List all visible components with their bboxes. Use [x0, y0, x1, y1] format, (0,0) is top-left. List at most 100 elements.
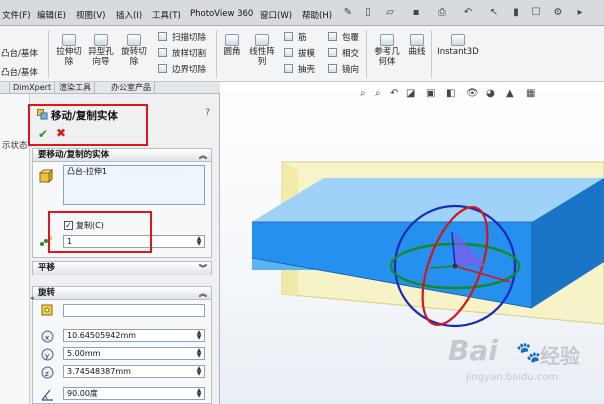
- rib-button[interactable]: 筋: [298, 31, 307, 43]
- rotation-y-input[interactable]: 5.00mm ▲ ▼: [63, 347, 205, 360]
- menu-tools[interactable]: 工具(T): [152, 9, 181, 21]
- options-icon[interactable]: ☐: [530, 7, 542, 19]
- translate-section-title: 平移: [38, 263, 56, 273]
- spin-icon[interactable]: ▲ ▼: [195, 388, 203, 399]
- angle-icon: [41, 389, 53, 401]
- solid-body-icon: [39, 169, 53, 183]
- curves-label: 曲线: [408, 47, 426, 57]
- wrap-button[interactable]: 包覆: [342, 31, 359, 43]
- pin-icon[interactable]: ✎: [342, 7, 354, 19]
- rotation-x-value: 10.64505942mm: [67, 331, 137, 340]
- menu-file[interactable]: 文件(F): [2, 9, 31, 21]
- tab-office-products[interactable]: 办公室产品: [108, 82, 155, 94]
- linear-pattern-button[interactable]: 线性阵列: [248, 34, 276, 67]
- menu-view[interactable]: 视图(V): [76, 9, 105, 21]
- tab-sketch-fragment[interactable]: [0, 82, 10, 94]
- undo-icon[interactable]: ↶: [462, 7, 474, 19]
- bodies-listbox[interactable]: 凸台-拉伸1: [63, 165, 205, 205]
- fillet-button[interactable]: 圆角: [220, 34, 244, 57]
- spin-icon[interactable]: ▲ ▼: [195, 348, 203, 359]
- menu-photoview[interactable]: PhotoView 360: [190, 9, 253, 19]
- extruded-cut-button[interactable]: 拉伸切除: [56, 34, 82, 67]
- more-icon[interactable]: ▸: [574, 7, 586, 19]
- reference-geometry-icon: [380, 34, 394, 46]
- spin-icon[interactable]: ▲ ▼: [195, 366, 203, 377]
- spin-icon[interactable]: ▲ ▼: [195, 236, 203, 247]
- translate-section: 平移 ︾: [32, 261, 212, 275]
- print-icon[interactable]: ⎙: [436, 7, 448, 19]
- new-document-icon[interactable]: ▯: [362, 7, 374, 19]
- collapse-handle-icon[interactable]: ◂: [30, 294, 34, 302]
- selected-body[interactable]: 凸台-拉伸1: [67, 167, 107, 176]
- rotation-y-value: 5.00mm: [67, 349, 101, 358]
- watermark-url: jingyan.baidu.com: [466, 372, 559, 383]
- menu-window[interactable]: 窗口(W): [260, 9, 292, 21]
- swept-cut-button[interactable]: 扫描切除: [172, 31, 206, 43]
- revolved-cut-button[interactable]: 旋转切除: [120, 34, 148, 67]
- menu-help[interactable]: 帮助(H): [302, 9, 332, 21]
- copy-annotation-box: [48, 211, 152, 253]
- menu-insert[interactable]: 插入(I): [116, 9, 142, 21]
- fillet-icon: [225, 34, 239, 46]
- revolved-cut-icon: [127, 34, 141, 46]
- rotation-z-input[interactable]: 3.74548387mm ▲ ▼: [63, 365, 205, 378]
- instant3d-icon: [451, 34, 465, 46]
- baidu-paw-icon: 🐾: [516, 340, 541, 364]
- title-annotation-box: [28, 104, 148, 146]
- curves-button[interactable]: 曲线: [405, 34, 429, 57]
- tab-render-tools[interactable]: 渲染工具: [56, 82, 95, 94]
- select-icon[interactable]: ↖: [488, 7, 500, 19]
- rib-icon: [284, 32, 293, 41]
- save-icon[interactable]: ▪: [410, 7, 422, 19]
- extruded-cut-icon: [62, 34, 76, 46]
- rebuild-icon[interactable]: ▮: [510, 7, 522, 19]
- linear-pattern-icon: [255, 34, 269, 46]
- z-origin-icon: z: [41, 366, 54, 379]
- instant3d-label: Instant3D: [437, 47, 479, 57]
- intersect-icon: [328, 48, 337, 57]
- hole-wizard-button[interactable]: 异型孔向导: [88, 34, 114, 67]
- intersect-button[interactable]: 相交: [342, 47, 359, 59]
- settings-icon[interactable]: ⚙: [552, 7, 564, 19]
- menu-edit[interactable]: 编辑(E): [37, 9, 66, 21]
- divider: [366, 30, 367, 78]
- help-icon[interactable]: ?: [205, 108, 210, 118]
- bodies-section-title: 要移动/复制的实体: [38, 150, 110, 160]
- draft-button[interactable]: 拔模: [298, 47, 315, 59]
- rotation-reference-input[interactable]: [63, 304, 205, 317]
- rotation-z-value: 3.74548387mm: [67, 367, 131, 376]
- instant3d-button[interactable]: Instant3D: [434, 34, 482, 57]
- shell-button[interactable]: 抽壳: [298, 63, 315, 75]
- jingyan-watermark: 经验: [540, 344, 580, 368]
- spin-icon[interactable]: ▲ ▼: [195, 330, 203, 341]
- tab-dimxpert[interactable]: DimXpert: [10, 82, 56, 94]
- boss-base-button-2[interactable]: 凸台/基体: [1, 66, 38, 78]
- chevron-up-icon[interactable]: ︽: [199, 287, 207, 300]
- curves-icon: [410, 34, 424, 46]
- baidu-watermark: Bai: [448, 334, 498, 367]
- rotate-section-header[interactable]: 旋转 ︽: [33, 287, 211, 300]
- bodies-section-header[interactable]: 要移动/复制的实体 ︽: [33, 149, 211, 162]
- reference-geometry-button[interactable]: 参考几何体: [372, 34, 402, 67]
- translate-section-header[interactable]: 平移 ︾: [33, 262, 211, 275]
- rotate-section: 旋转 ︽ x 10.64505942mm ▲ ▼ y 5.00mm ▲ ▼ z …: [32, 286, 212, 404]
- boss-base-button[interactable]: 凸台/基体: [1, 47, 38, 59]
- rotation-angle-input[interactable]: 90.00度 ▲ ▼: [63, 387, 205, 400]
- mirror-button[interactable]: 镜向: [342, 63, 359, 75]
- swept-cut-icon: [158, 32, 167, 41]
- triad-origin: [452, 263, 458, 269]
- graphics-area[interactable]: ⌕ ⌕ ↶ ◪ ▣ ◧ 👁 ◕ ▲ ▦ Bai 🐾 经验 jingyan.bai…: [220, 82, 604, 404]
- open-icon[interactable]: ▱: [384, 7, 396, 19]
- svg-text:y: y: [45, 352, 49, 360]
- boundary-cut-button[interactable]: 边界切除: [172, 63, 206, 75]
- rotation-x-input[interactable]: 10.64505942mm ▲ ▼: [63, 329, 205, 342]
- chevron-down-icon[interactable]: ︾: [199, 262, 207, 275]
- divider: [48, 30, 49, 78]
- chevron-up-icon[interactable]: ︽: [199, 149, 207, 162]
- divider: [216, 30, 217, 78]
- divider: [431, 30, 432, 78]
- x-origin-icon: x: [41, 330, 54, 343]
- display-state-label: 示状态: [2, 141, 28, 151]
- y-origin-icon: y: [41, 348, 54, 361]
- lofted-cut-button[interactable]: 放样切割: [172, 47, 206, 59]
